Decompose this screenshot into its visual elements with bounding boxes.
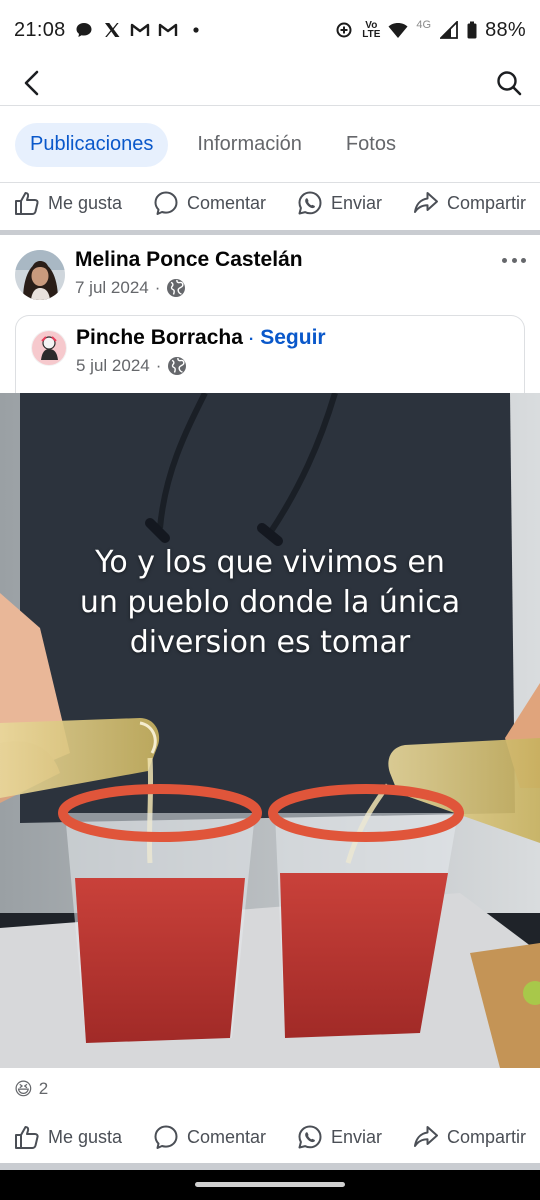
more-dot-icon [521, 257, 526, 263]
globe-icon [167, 279, 186, 297]
comment-label: Comentar [187, 192, 267, 213]
x-icon [102, 20, 122, 40]
thumbs-up-icon [15, 1126, 39, 1149]
more-dot-icon [511, 257, 517, 263]
system-navigation-bar [0, 1170, 540, 1200]
comment-label: Comentar [187, 1126, 267, 1147]
tab-fotos[interactable]: Fotos [331, 123, 411, 167]
tab-publicaciones[interactable]: Publicaciones [15, 122, 169, 167]
globe-icon [168, 357, 187, 375]
comment-icon [154, 1125, 178, 1149]
tab-informacion[interactable]: Información [182, 123, 317, 167]
follow-button[interactable]: Seguir [260, 326, 325, 350]
dot-icon [186, 20, 206, 40]
comment-button[interactable]: Comentar [153, 190, 266, 216]
status-time: 21:08 [14, 18, 66, 41]
meta-separator: · [154, 278, 161, 297]
share-icon [413, 1126, 438, 1147]
comment-icon [154, 191, 178, 215]
whatsapp-icon [298, 1125, 322, 1149]
like-label: Me gusta [48, 192, 123, 213]
volte-indicator: Vo LTE [362, 21, 381, 40]
home-gesture-handle[interactable] [195, 1182, 345, 1187]
battery-icon [467, 20, 477, 40]
share-label: Compartir [446, 192, 526, 213]
shared-post-meta: 5 jul 2024 · [76, 356, 187, 376]
profile-tabs: Publicaciones Información Fotos [0, 107, 540, 183]
send-label: Enviar [330, 1126, 383, 1147]
share-button[interactable]: Compartir [413, 190, 526, 216]
post-header: Melina Ponce Castelán 7 jul 2024 · [0, 238, 540, 314]
status-right: Vo LTE 4G 88% [334, 19, 526, 42]
author-name[interactable]: Melina Ponce Castelán [75, 248, 303, 272]
search-icon [497, 70, 522, 95]
chat-bubble-icon [74, 20, 94, 40]
previous-post-actions: Me gusta Comentar Enviar Compartir [0, 180, 540, 226]
photo-caption: Yo y los que vivimos en un pueblo donde … [0, 543, 540, 663]
follow-separator: · [248, 331, 255, 348]
share-icon [413, 192, 438, 213]
send-button[interactable]: Enviar [297, 190, 382, 216]
status-bar: 21:08 Vo LTE 4G 88% [0, 0, 540, 60]
shared-page-header: Pinche Borracha · Seguir [76, 326, 326, 350]
post-divider [0, 1163, 540, 1170]
caption-line: Yo y los que vivimos en [95, 545, 445, 580]
search-button[interactable] [494, 68, 524, 98]
share-button[interactable]: Compartir [413, 1124, 526, 1150]
whatsapp-icon [298, 191, 322, 215]
haha-reaction-icon: 😆 [14, 1078, 33, 1099]
caption-line: diversion es tomar [129, 625, 411, 660]
send-label: Enviar [330, 192, 383, 213]
shared-page-name[interactable]: Pinche Borracha [76, 326, 243, 350]
wifi-icon [388, 20, 408, 40]
post-divider [0, 230, 540, 235]
caption-line: un pueblo donde la única [79, 585, 461, 620]
gmail-icon [130, 20, 150, 40]
more-dot-icon [502, 257, 507, 263]
author-avatar[interactable] [15, 250, 65, 300]
share-label: Compartir [446, 1126, 526, 1147]
like-button[interactable]: Me gusta [14, 190, 122, 216]
shared-post-card: Pinche Borracha · Seguir 5 jul 2024 · [15, 315, 525, 405]
meta-separator: · [155, 356, 162, 375]
volte-bottom-label: LTE [362, 29, 381, 40]
post-photo[interactable]: Yo y los que vivimos en un pueblo donde … [0, 393, 540, 1068]
like-button[interactable]: Me gusta [14, 1124, 122, 1150]
comment-button[interactable]: Comentar [153, 1124, 266, 1150]
shared-page-avatar[interactable] [31, 330, 67, 366]
back-arrow-icon [24, 70, 39, 95]
post-actions: Me gusta Comentar Enviar Compartir [0, 1114, 540, 1160]
send-button[interactable]: Enviar [297, 1124, 382, 1150]
signal-icon [439, 20, 459, 40]
battery-percent: 88% [485, 18, 526, 41]
photo-illustration [0, 393, 540, 1068]
network-type-label: 4G [416, 19, 432, 31]
back-button[interactable] [18, 68, 48, 98]
post-meta: 7 jul 2024 · [75, 278, 186, 298]
reactions-summary[interactable]: 😆 2 [14, 1074, 48, 1104]
reaction-count: 2 [38, 1079, 49, 1098]
like-label: Me gusta [48, 1126, 123, 1147]
top-nav-bar [0, 60, 540, 106]
post-date[interactable]: 7 jul 2024 [75, 278, 149, 298]
data-saver-icon [334, 20, 354, 40]
status-left: 21:08 [14, 19, 206, 42]
shared-post-date[interactable]: 5 jul 2024 [76, 356, 150, 376]
thumbs-up-icon [15, 192, 39, 215]
more-options-button[interactable] [500, 250, 528, 270]
gmail-icon [158, 20, 178, 40]
